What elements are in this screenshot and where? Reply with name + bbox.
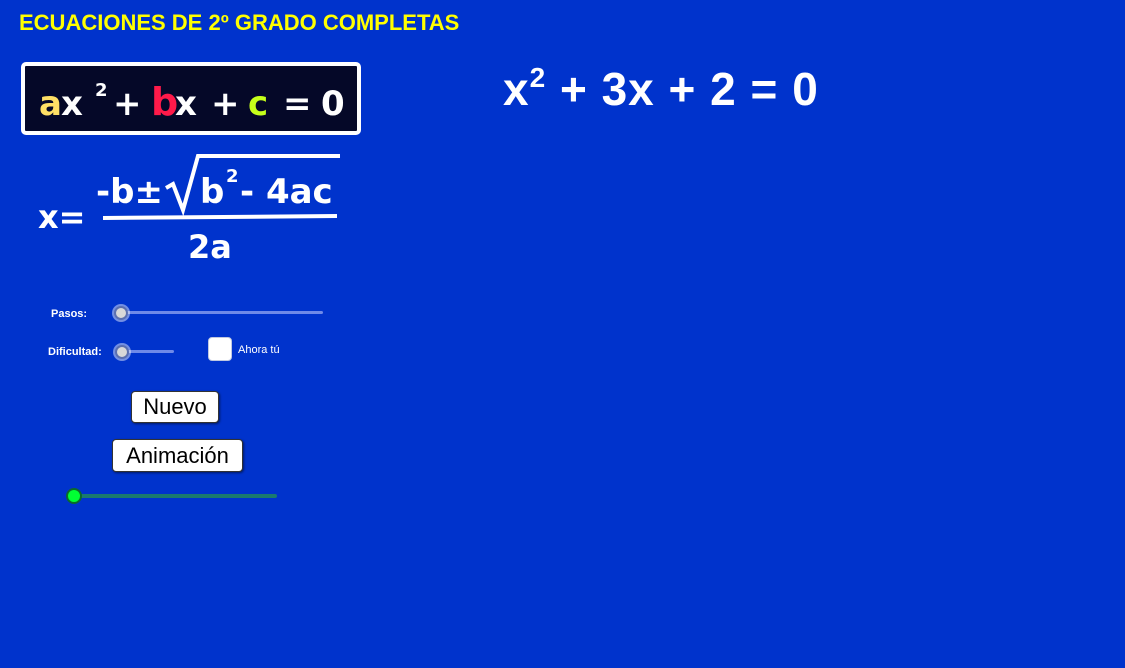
ahora-tu-checkbox[interactable] bbox=[208, 337, 232, 361]
radicand-rest: - 4ac bbox=[240, 172, 333, 212]
fraction-bar bbox=[102, 214, 338, 220]
formula-numerator-pre: -b± bbox=[96, 172, 163, 212]
formula-denominator: 2a bbox=[188, 228, 232, 266]
pasos-slider-track[interactable] bbox=[118, 311, 323, 314]
zero: 0 bbox=[321, 84, 345, 124]
general-form-box: a x 2 + b x + c = 0 bbox=[21, 62, 361, 135]
quadratic-formula: x= -b± b 2 - 4ac 2a bbox=[38, 154, 340, 266]
dificultad-slider-handle[interactable] bbox=[115, 345, 129, 359]
radicand-b: b bbox=[200, 172, 224, 212]
animation-slider-handle[interactable] bbox=[66, 488, 82, 504]
var-x: x bbox=[61, 84, 83, 124]
animation-slider-track[interactable] bbox=[76, 494, 277, 498]
pasos-slider-handle[interactable] bbox=[114, 306, 128, 320]
plus-sign: + bbox=[211, 84, 240, 124]
coef-c: c bbox=[248, 84, 268, 124]
ahora-tu-label: Ahora tú bbox=[238, 344, 280, 356]
equals-sign: = bbox=[283, 84, 312, 124]
var-x: x bbox=[175, 84, 197, 124]
radicand-exponent: 2 bbox=[226, 166, 239, 187]
pasos-label: Pasos: bbox=[51, 308, 88, 320]
coef-a: a bbox=[39, 84, 62, 124]
equation-x: x bbox=[503, 63, 530, 115]
equation-exponent: 2 bbox=[529, 62, 547, 93]
equation-rest: + 3x + 2 = 0 bbox=[546, 63, 819, 115]
dificultad-label: Dificultad: bbox=[48, 346, 102, 358]
exponent: 2 bbox=[95, 80, 108, 101]
nuevo-button[interactable]: Nuevo bbox=[131, 391, 219, 423]
page-title: ECUACIONES DE 2º GRADO COMPLETAS bbox=[19, 10, 460, 35]
animacion-button[interactable]: Animación bbox=[112, 439, 243, 472]
formula-lhs: x= bbox=[38, 198, 85, 236]
general-form-equation: a x 2 + b x + c = 0 bbox=[39, 80, 345, 124]
plus-sign: + bbox=[113, 84, 142, 124]
current-equation: x2 + 3x + 2 = 0 bbox=[503, 62, 819, 116]
